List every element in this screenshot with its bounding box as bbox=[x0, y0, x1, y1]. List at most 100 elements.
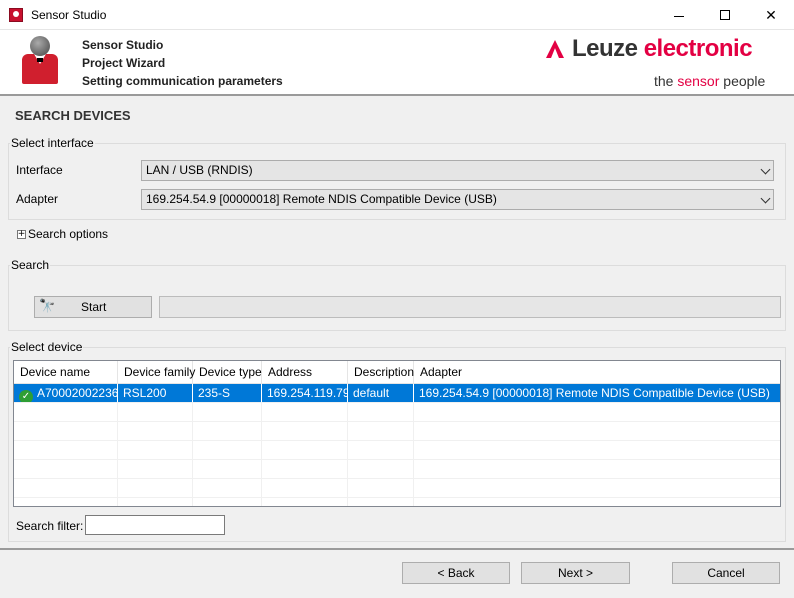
chevron-down-icon bbox=[760, 164, 771, 175]
tagline-start: the bbox=[654, 73, 678, 89]
search-filter-label: Search filter: bbox=[16, 519, 84, 533]
maximize-icon bbox=[720, 10, 730, 20]
device-table[interactable]: Device name Device family Device type Ad… bbox=[13, 360, 781, 507]
close-icon: ✕ bbox=[765, 6, 777, 23]
empty-cell bbox=[14, 460, 118, 478]
adapter-dropdown[interactable]: 169.254.54.9 [00000018] Remote NDIS Comp… bbox=[141, 189, 774, 210]
wizard-header: Sensor Studio Project Wizard Setting com… bbox=[0, 30, 794, 94]
minimize-button[interactable] bbox=[656, 0, 702, 30]
cell-adapter: 169.254.54.9 [00000018] Remote NDIS Comp… bbox=[419, 386, 770, 400]
cell-device-name: ✓ A70002002236 bbox=[14, 384, 118, 402]
empty-table-row bbox=[14, 498, 780, 506]
column-header-description[interactable]: Description bbox=[348, 361, 414, 384]
empty-cell bbox=[193, 460, 262, 478]
cell-description: default bbox=[348, 384, 414, 402]
checkmark-circle-icon: ✓ bbox=[19, 390, 33, 402]
interface-dropdown[interactable]: LAN / USB (RNDIS) bbox=[141, 160, 774, 181]
empty-rows bbox=[14, 403, 780, 506]
search-progress-bar bbox=[159, 296, 781, 318]
empty-cell bbox=[262, 460, 348, 478]
column-header-device-family[interactable]: Device family bbox=[118, 361, 195, 384]
empty-cell bbox=[193, 403, 262, 421]
empty-cell bbox=[414, 479, 780, 497]
select-interface-label: Select interface bbox=[10, 136, 95, 150]
brand-leuze: Leuze bbox=[572, 35, 638, 62]
minimize-icon bbox=[674, 15, 684, 17]
header-step-name: Setting communication parameters bbox=[82, 74, 283, 88]
empty-table-row bbox=[14, 479, 780, 498]
close-button[interactable]: ✕ bbox=[748, 0, 794, 30]
brand-electronic: electronic bbox=[643, 35, 753, 62]
cell-address: 169.254.119.79 bbox=[262, 384, 348, 402]
select-device-label: Select device bbox=[10, 340, 84, 354]
wizard-footer: < Back Next > Cancel bbox=[0, 548, 794, 598]
expand-plus-icon[interactable]: + bbox=[17, 229, 26, 239]
empty-cell bbox=[118, 498, 193, 506]
interface-value: LAN / USB (RNDIS) bbox=[146, 163, 253, 177]
column-header-address[interactable]: Address bbox=[262, 361, 348, 384]
empty-cell bbox=[348, 498, 414, 506]
empty-cell bbox=[118, 441, 193, 459]
empty-table-row bbox=[14, 422, 780, 441]
empty-cell bbox=[118, 460, 193, 478]
column-header-device-name[interactable]: Device name bbox=[14, 361, 118, 384]
start-search-button[interactable]: 🔭 Start bbox=[34, 296, 152, 318]
header-app-name: Sensor Studio bbox=[82, 38, 164, 52]
maximize-button[interactable] bbox=[702, 0, 748, 30]
brand-tagline: the sensor people bbox=[654, 73, 765, 89]
binoculars-icon: 🔭 bbox=[39, 299, 56, 314]
empty-cell bbox=[414, 498, 780, 506]
empty-cell bbox=[118, 403, 193, 421]
tagline-accent: sensor bbox=[677, 73, 720, 89]
empty-cell bbox=[262, 403, 348, 421]
search-group-label: Search bbox=[10, 258, 51, 272]
tagline-end: people bbox=[719, 73, 766, 89]
empty-cell bbox=[414, 441, 780, 459]
empty-cell bbox=[414, 403, 780, 421]
next-button[interactable]: Next > bbox=[521, 562, 630, 584]
cell-device-family: RSL200 bbox=[118, 384, 193, 402]
empty-cell bbox=[262, 422, 348, 440]
column-header-adapter[interactable]: Adapter bbox=[414, 361, 780, 384]
sensor-studio-app-icon bbox=[9, 8, 23, 22]
empty-cell bbox=[14, 479, 118, 497]
header-wizard-name: Project Wizard bbox=[82, 56, 166, 70]
empty-cell bbox=[14, 403, 118, 421]
empty-table-row bbox=[14, 441, 780, 460]
back-button[interactable]: < Back bbox=[402, 562, 510, 584]
empty-cell bbox=[193, 479, 262, 497]
device-name-value: A70002002236 bbox=[37, 386, 118, 400]
adapter-value: 169.254.54.9 [00000018] Remote NDIS Comp… bbox=[146, 192, 497, 206]
search-filter-input[interactable] bbox=[85, 515, 225, 535]
empty-cell bbox=[118, 422, 193, 440]
search-options-expander[interactable]: + Search options bbox=[17, 227, 108, 241]
leuze-logo: Leuze electronic bbox=[546, 35, 753, 63]
empty-cell bbox=[348, 460, 414, 478]
table-row[interactable]: ✓ A70002002236 RSL200 235-S 169.254.119.7… bbox=[14, 384, 780, 403]
empty-cell bbox=[348, 403, 414, 421]
title-bar: Sensor Studio ✕ bbox=[0, 0, 794, 30]
empty-cell bbox=[348, 422, 414, 440]
empty-cell bbox=[262, 498, 348, 506]
empty-cell bbox=[14, 498, 118, 506]
empty-table-row bbox=[14, 460, 780, 479]
empty-cell bbox=[193, 498, 262, 506]
wizard-content: SEARCH DEVICES Select interface Interfac… bbox=[0, 94, 794, 548]
start-search-label: Start bbox=[81, 300, 107, 314]
interface-label: Interface bbox=[16, 163, 63, 177]
table-header: Device name Device family Device type Ad… bbox=[14, 361, 780, 384]
cell-device-type: 235-S bbox=[193, 384, 262, 402]
empty-cell bbox=[14, 441, 118, 459]
empty-cell bbox=[193, 441, 262, 459]
leuze-logo-mark-icon bbox=[546, 40, 564, 58]
wizard-avatar-icon bbox=[22, 36, 58, 86]
empty-cell bbox=[193, 422, 262, 440]
empty-cell bbox=[414, 422, 780, 440]
column-header-device-type[interactable]: Device type bbox=[193, 361, 262, 384]
page-title: SEARCH DEVICES bbox=[15, 108, 131, 123]
empty-cell bbox=[14, 422, 118, 440]
empty-table-row bbox=[14, 403, 780, 422]
cancel-button[interactable]: Cancel bbox=[672, 562, 780, 584]
empty-cell bbox=[262, 441, 348, 459]
search-options-label[interactable]: Search options bbox=[28, 227, 108, 241]
